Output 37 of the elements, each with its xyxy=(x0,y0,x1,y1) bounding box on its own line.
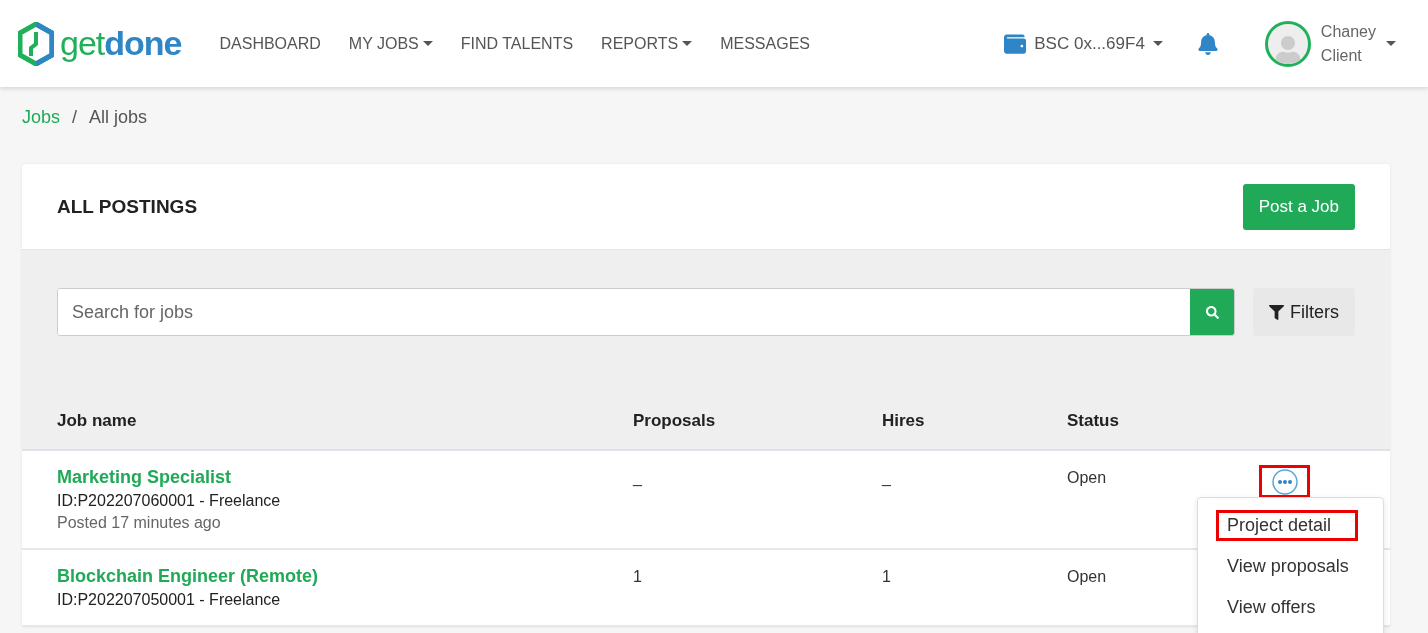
notification-bell-icon[interactable] xyxy=(1196,32,1219,55)
column-header: Job name xyxy=(57,410,138,431)
nav-link[interactable]: MY JOBS xyxy=(348,34,433,53)
search-button[interactable] xyxy=(1190,289,1234,335)
menu-item[interactable]: View proposals xyxy=(1216,551,1360,582)
breadcrumb-separator: / xyxy=(72,107,78,128)
caret-icon xyxy=(1152,41,1163,46)
user-menu-button[interactable]: Chaney Client xyxy=(1264,19,1396,68)
table-cell-text: Open xyxy=(1067,567,1107,586)
more-options-button[interactable] xyxy=(1259,465,1310,498)
card-title: ALL POSTINGS xyxy=(57,195,198,218)
column-header: Status xyxy=(1067,410,1120,431)
posted-time: Posted 17 minutes ago xyxy=(57,514,222,532)
wallet-icon xyxy=(1004,32,1027,55)
logo-text[interactable]: getdone xyxy=(60,24,182,63)
nav-link[interactable]: DASHBOARD xyxy=(219,34,321,53)
search-icon xyxy=(1205,305,1219,319)
table-cell-text: _ xyxy=(882,468,891,487)
wallet-button[interactable]: BSC 0x...69F4 xyxy=(1004,32,1163,55)
table-cell-text: 1 xyxy=(633,567,642,586)
job-id: ID:P202207060001 - Freelance xyxy=(57,492,282,510)
nav-link[interactable]: REPORTS xyxy=(601,34,693,53)
table-cell-text: Open xyxy=(1067,468,1107,487)
nav-link[interactable]: FIND TALENTS xyxy=(460,34,574,53)
menu-item[interactable]: View offers xyxy=(1216,592,1358,623)
logo-icon xyxy=(18,21,54,66)
caret-icon xyxy=(1386,41,1396,46)
filters-button[interactable]: Filters xyxy=(1253,288,1355,336)
menu-item[interactable]: Project detail xyxy=(1216,510,1358,541)
table-cell-text: _ xyxy=(633,468,642,487)
nav-link[interactable]: MESSAGES xyxy=(720,34,810,53)
job-id: ID:P202207050001 - Freelance xyxy=(57,591,282,609)
filter-icon xyxy=(1269,304,1284,320)
column-header: Hires xyxy=(882,410,926,431)
column-header: Proposals xyxy=(633,410,717,431)
table-cell-text: 1 xyxy=(882,567,891,586)
breadcrumb-current: All jobs xyxy=(89,107,148,128)
